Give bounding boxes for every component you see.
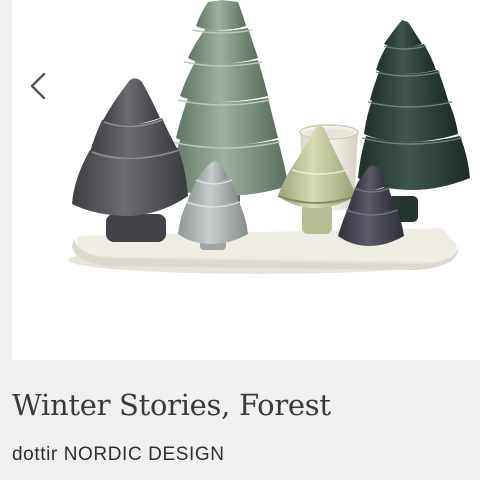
product-brand[interactable]: dottir NORDIC DESIGN (12, 444, 225, 466)
product-gallery[interactable] (12, 0, 480, 360)
product-page: Winter Stories, Forest dottir NORDIC DES… (0, 0, 480, 480)
product-title: Winter Stories, Forest (12, 388, 331, 422)
product-image (68, 0, 470, 274)
chevron-left-icon[interactable] (20, 66, 60, 106)
